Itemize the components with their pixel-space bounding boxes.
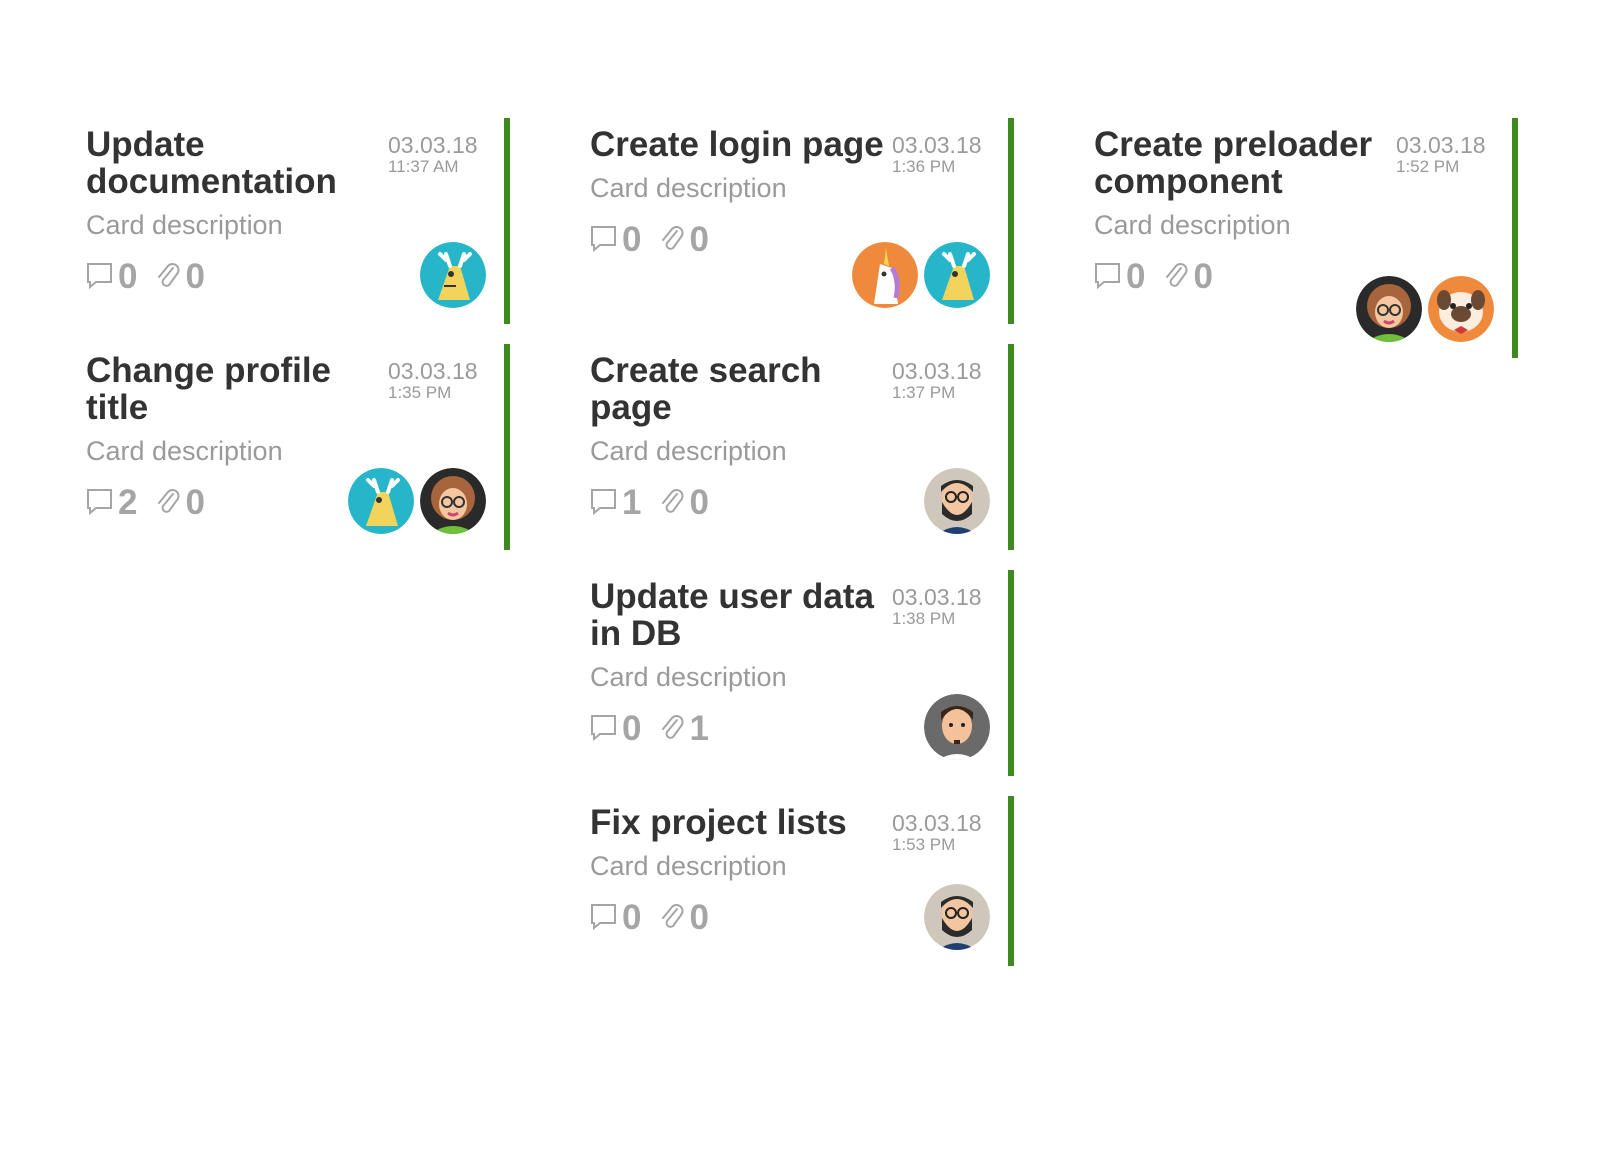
card-title: Create search page [590,351,822,427]
card-avatars [1356,276,1494,342]
column-2: Create login page Card description 0 0 0… [590,118,1014,966]
card-avatars [348,468,486,534]
comment-icon [86,261,114,294]
card-date: 03.03.18 11:37 AM [388,132,486,176]
date-text: 03.03.18 [892,132,982,158]
comment-icon [590,224,618,257]
date-text: 03.03.18 [892,358,982,384]
card-title: Fix project lists [590,803,847,842]
comment-icon [590,902,618,935]
time-text: 1:38 PM [892,609,956,628]
column-3: Create preloader component Card descript… [1094,118,1518,358]
card-description: Card description [86,436,283,466]
card-title: Update user data in DB [590,577,874,653]
time-text: 1:53 PM [892,835,956,854]
woman-glasses-avatar[interactable] [420,468,486,534]
card-description: Card description [590,851,787,881]
pug-avatar[interactable] [1428,276,1494,342]
card[interactable]: Fix project lists Card description 0 0 0… [590,796,1014,966]
comment-count: 2 [118,483,138,522]
attachment-count: 0 [185,483,205,522]
paperclip-icon [659,223,685,258]
time-text: 1:52 PM [1396,157,1460,176]
time-text: 11:37 AM [388,157,459,176]
card-description: Card description [590,436,787,466]
paperclip-icon [1163,260,1189,295]
card-date: 03.03.18 1:35 PM [388,358,486,402]
moose-avatar[interactable] [348,468,414,534]
card[interactable]: Update user data in DB Card description … [590,570,1014,776]
comment-icon [1094,261,1122,294]
attachment-count: 0 [1193,257,1213,296]
date-text: 03.03.18 [892,810,982,836]
paperclip-icon [659,712,685,747]
comment-icon [590,713,618,746]
comment-icon [590,487,618,520]
card[interactable]: Create login page Card description 0 0 0… [590,118,1014,324]
paperclip-icon [659,901,685,936]
man-goatee-avatar[interactable] [924,694,990,760]
time-text: 1:36 PM [892,157,956,176]
attachment-count: 1 [689,709,709,748]
card-avatars [852,242,990,308]
paperclip-icon [155,486,181,521]
card-title: Create preloader component [1094,125,1373,201]
attachment-count: 0 [689,898,709,937]
card-date: 03.03.18 1:38 PM [892,584,990,628]
attachment-count: 0 [689,483,709,522]
attachment-count: 0 [689,220,709,259]
woman-glasses-avatar[interactable] [1356,276,1422,342]
card-description: Card description [590,662,787,692]
moose-avatar[interactable] [420,242,486,308]
comment-icon [86,487,114,520]
card[interactable]: Create search page Card description 1 0 … [590,344,1014,550]
comment-count: 0 [622,220,642,259]
card-description: Card description [1094,210,1291,240]
card-title: Create login page [590,125,884,164]
date-text: 03.03.18 [388,132,478,158]
card-date: 03.03.18 1:37 PM [892,358,990,402]
card-avatars [420,242,486,308]
date-text: 03.03.18 [388,358,478,384]
card-avatars [924,694,990,760]
time-text: 1:37 PM [892,383,956,402]
unicorn-avatar[interactable] [852,242,918,308]
card-date: 03.03.18 1:52 PM [1396,132,1494,176]
column-1: Update documentation Card description 0 … [86,118,510,550]
card[interactable]: Change profile title Card description 2 … [86,344,510,550]
card[interactable]: Update documentation Card description 0 … [86,118,510,324]
attachment-count: 0 [185,257,205,296]
card-title: Update documentation [86,125,337,201]
bearded-man-avatar[interactable] [924,468,990,534]
comment-count: 0 [622,709,642,748]
comment-count: 0 [118,257,138,296]
card-avatars [924,468,990,534]
moose-avatar[interactable] [924,242,990,308]
card-date: 03.03.18 1:36 PM [892,132,990,176]
card-avatars [924,884,990,950]
paperclip-icon [659,486,685,521]
comment-count: 0 [1126,257,1146,296]
bearded-man-avatar[interactable] [924,884,990,950]
comment-count: 0 [622,898,642,937]
date-text: 03.03.18 [1396,132,1486,158]
card[interactable]: Create preloader component Card descript… [1094,118,1518,358]
card-date: 03.03.18 1:53 PM [892,810,990,854]
date-text: 03.03.18 [892,584,982,610]
paperclip-icon [155,260,181,295]
card-title: Change profile title [86,351,332,427]
card-description: Card description [590,173,787,203]
card-description: Card description [86,210,283,240]
time-text: 1:35 PM [388,383,452,402]
comment-count: 1 [622,483,642,522]
